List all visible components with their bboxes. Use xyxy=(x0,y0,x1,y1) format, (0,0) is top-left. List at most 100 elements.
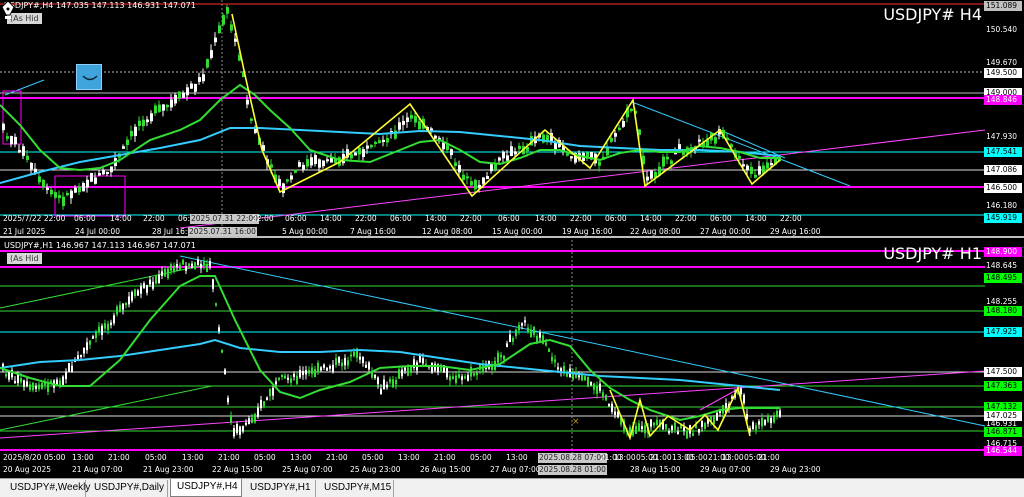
time-label: 22:00 xyxy=(355,214,377,223)
time-label: 13:00 xyxy=(398,453,420,462)
time-label: 14:00 xyxy=(640,214,662,223)
time-label: 05:00 xyxy=(470,453,492,462)
price-label: 148.645 xyxy=(986,261,1018,270)
time-label: 13:00 xyxy=(182,453,204,462)
time-label: 2025.08.28 01:00 xyxy=(538,465,607,475)
time-label: 2025.07.31 16:00 xyxy=(188,227,257,236)
price-label: 147.086 xyxy=(984,165,1022,175)
h1-ma-green xyxy=(0,275,780,422)
time-label: 21 Jul 2025 xyxy=(3,227,46,236)
time-label: 22:00 xyxy=(460,214,482,223)
as-hidden-button-h1[interactable]: (As Hid xyxy=(7,253,42,264)
time-label: 12 Aug 08:00 xyxy=(422,227,473,236)
price-label: 147.500 xyxy=(984,367,1022,377)
time-label: 06:00 xyxy=(498,214,520,223)
price-label: 146.500 xyxy=(984,183,1022,193)
time-label: 05:00 xyxy=(362,453,384,462)
time-label: 22 Aug 08:00 xyxy=(630,227,681,236)
time-label: 21:00 xyxy=(326,453,348,462)
time-label: 22:00 xyxy=(780,214,802,223)
chart-title-h4: USDJPY# H4 xyxy=(883,5,982,24)
time-label: 24 Jul 00:00 xyxy=(75,227,120,236)
x-marker: × xyxy=(572,417,580,427)
price-label: 149.500 xyxy=(984,68,1022,78)
time-label: 13:00 xyxy=(72,453,94,462)
time-label: 14:00 xyxy=(425,214,447,223)
time-label: 05:00 xyxy=(744,453,766,462)
time-label: 22:00 xyxy=(570,214,592,223)
time-label: 27 Aug 07:00 xyxy=(490,465,541,474)
chart-pane-h1[interactable]: × USDJPY#,H1 146.967 147.113 146.967 147… xyxy=(0,240,1024,477)
time-label: 2025.07.31 22:00 xyxy=(190,214,259,224)
time-label: 13:00 xyxy=(672,453,694,462)
time-label: 15 Aug 00:00 xyxy=(492,227,543,236)
time-label: 29 Aug 23:00 xyxy=(770,465,821,474)
time-label: 06:00 xyxy=(390,214,412,223)
price-label: 149.670 xyxy=(986,58,1018,67)
time-label: 05:00 xyxy=(145,453,167,462)
time-label: 14:00 xyxy=(745,214,767,223)
price-label: 147.925 xyxy=(984,327,1022,337)
time-label: 06: xyxy=(178,214,191,223)
price-label: 148.180 xyxy=(984,306,1022,316)
time-label: 21 Aug 07:00 xyxy=(72,465,123,474)
price-label: 146.871 xyxy=(984,427,1022,437)
tab-usdjpy--h4[interactable]: USDJPY#,H4 xyxy=(170,479,242,497)
time-label: 5 Aug 00:00 xyxy=(282,227,328,236)
time-label: 28 Aug 15:00 xyxy=(630,465,681,474)
time-label: 21:00 xyxy=(434,453,456,462)
time-label: 06:00 xyxy=(710,214,732,223)
time-label: 22 Aug 15:00 xyxy=(212,465,263,474)
h4-candlesticks xyxy=(2,4,781,210)
time-label: 05:00 xyxy=(636,453,658,462)
price-label: 150.540 xyxy=(986,25,1018,34)
time-label: 21:00 xyxy=(218,453,240,462)
time-label: 2025.08.28 07:00 xyxy=(538,453,607,463)
h4-zigzag xyxy=(231,13,781,198)
tab-usdjpy--daily[interactable]: USDJPY#,Daily xyxy=(88,480,168,497)
time-label: 19 Aug 16:00 xyxy=(562,227,613,236)
time-label: 21:00 xyxy=(708,453,730,462)
time-label: 14:00 xyxy=(110,214,132,223)
time-label: 13:00 xyxy=(290,453,312,462)
h4-chart-canvas[interactable] xyxy=(0,0,1024,238)
time-label: 22:00 xyxy=(252,214,274,223)
h1-chart-canvas[interactable]: × xyxy=(0,240,1024,477)
time-label: 22:00 xyxy=(675,214,697,223)
time-label: 29 Aug 16:00 xyxy=(770,227,821,236)
time-label: 21:00 xyxy=(108,453,130,462)
price-label: 148.495 xyxy=(984,273,1022,283)
chart-title-h1: USDJPY# H1 xyxy=(883,244,982,263)
time-label: 06:00 xyxy=(285,214,307,223)
time-label: 29 Aug 07:00 xyxy=(700,465,751,474)
time-label: 25 Aug 23:00 xyxy=(350,465,401,474)
price-label: 145.919 xyxy=(984,213,1022,223)
chart-info-h1: USDJPY#,H1 146.967 147.113 146.967 147.0… xyxy=(4,241,196,250)
price-label: 151.089 xyxy=(984,1,1022,11)
time-label: 2025/8/20 05:00 xyxy=(3,453,66,462)
tab-usdjpy--weekly[interactable]: USDJPY#,Weekly xyxy=(4,480,90,497)
time-label: 20 Aug 2025 xyxy=(3,465,52,474)
price-label: 147.541 xyxy=(984,147,1022,157)
price-label: 148.900 xyxy=(984,247,1022,257)
time-label: 25 Aug 07:00 xyxy=(282,465,333,474)
time-label: 14:00 xyxy=(535,214,557,223)
time-label: 26 Aug 15:00 xyxy=(420,465,471,474)
time-label: 2025/7/22 22:00 xyxy=(3,214,66,223)
time-label: 06:00 xyxy=(74,214,96,223)
time-label: 13:00 xyxy=(506,453,528,462)
time-label: 7 Aug 16:00 xyxy=(350,227,396,236)
price-label: 147.930 xyxy=(986,132,1018,141)
time-label: 06:00 xyxy=(605,214,627,223)
chart-tab-bar: USDJPY#,Weekly USDJPY#,Daily USDJPY#,H4 USD… xyxy=(0,478,1024,497)
pen-icon[interactable] xyxy=(0,0,16,22)
time-label: 27 Aug 00:00 xyxy=(700,227,751,236)
price-label: 146.544 xyxy=(984,446,1022,456)
tab-usdjpy--h1[interactable]: USDJPY#,H1 xyxy=(244,480,316,497)
chart-pane-h4[interactable]: USDJPY#,H4 147.035 147.113 146.931 147.0… xyxy=(0,0,1024,238)
time-label: 21:00 xyxy=(600,453,622,462)
time-label: 05:00 xyxy=(254,453,276,462)
time-label: 14:00 xyxy=(320,214,342,223)
smile-object-icon[interactable] xyxy=(76,64,102,90)
tab-usdjpy--m15[interactable]: USDJPY#,M15 xyxy=(318,480,394,497)
